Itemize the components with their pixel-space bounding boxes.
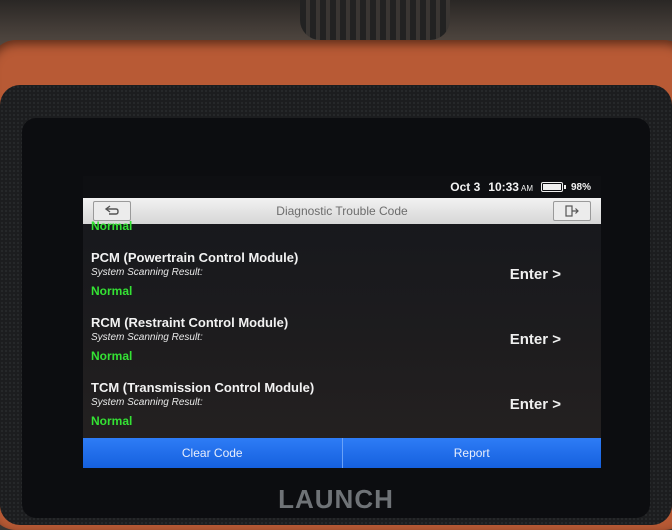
module-item-tcm[interactable]: TCM (Transmission Control Module) System… [91,380,581,428]
scan-result-label: System Scanning Result: [91,267,203,278]
bottom-action-bar: Clear Code Report [83,438,601,468]
back-arrow-icon [104,205,119,215]
air-vent [300,0,450,40]
exit-icon [565,205,579,217]
module-item-pcm[interactable]: PCM (Powertrain Control Module) System S… [91,250,581,298]
status-ampm: AM [520,184,533,193]
device-brand-logo: LAUNCH [278,484,394,514]
report-button[interactable]: Report [341,438,601,468]
enter-button[interactable]: Enter > [510,396,561,413]
back-button[interactable] [93,201,131,221]
scan-result-label: System Scanning Result: [91,397,203,408]
status-time: 10:33 [488,180,519,194]
enter-button[interactable]: Enter > [510,266,561,283]
module-name: RCM (Restraint Control Module) [91,315,289,330]
module-name: TCM (Transmission Control Module) [91,380,315,395]
scan-result-status: Normal [91,284,133,298]
clear-code-button[interactable]: Clear Code [83,438,342,468]
enter-button[interactable]: Enter > [510,331,561,348]
title-bar: Diagnostic Trouble Code [83,198,601,224]
scan-result-label: System Scanning Result: [91,332,203,343]
page-title: Diagnostic Trouble Code [276,204,408,218]
app-screen: Oct 3 10:33 AM 98% Diagnostic Trouble Co… [83,176,601,468]
status-bar: Oct 3 10:33 AM 98% [83,176,601,198]
module-item-rcm[interactable]: RCM (Restraint Control Module) System Sc… [91,315,581,363]
status-date: Oct 3 [450,180,481,194]
battery-icon [540,182,566,192]
battery-percent: 98% [570,181,591,193]
scan-result-status: Normal [91,349,133,363]
partial-status-normal: Normal [91,219,133,233]
exit-button[interactable] [553,201,591,221]
module-name: PCM (Powertrain Control Module) [91,250,299,265]
scan-result-status: Normal [91,414,133,428]
module-list: Normal PCM (Powertrain Control Module) S… [83,219,601,428]
